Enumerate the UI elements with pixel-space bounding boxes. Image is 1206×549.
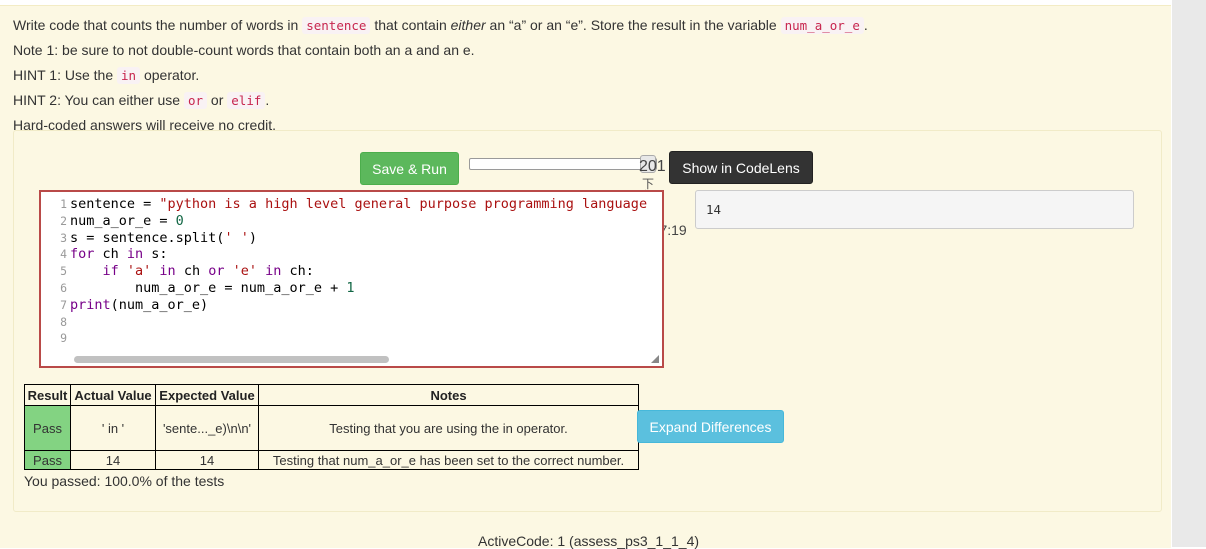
hint-text: HINT 1: Use the <box>13 67 118 83</box>
code-string: 'a' <box>118 263 152 280</box>
column-header-result: Result <box>24 384 71 406</box>
editor-resize-handle[interactable] <box>651 355 659 363</box>
code-line[interactable] <box>70 330 662 347</box>
code-or: or <box>183 92 208 109</box>
code-token: sentence = <box>70 196 160 212</box>
history-slider[interactable] <box>469 155 657 173</box>
instruction-text: an “a” or an “e”. Store the result in th… <box>485 17 781 33</box>
code-line[interactable]: sentence = "python is a high level gener… <box>70 196 662 213</box>
code-line[interactable] <box>70 314 662 331</box>
notes-cell: Testing that num_a_or_e has been set to … <box>258 450 639 470</box>
timestamp-year: 201 <box>639 158 666 175</box>
column-header-actual: Actual Value <box>70 384 156 406</box>
line-number-gutter: 1 2 3 4 5 6 7 8 9 <box>41 196 67 347</box>
code-token: s: <box>143 246 168 263</box>
code-keyword: in <box>151 263 176 280</box>
code-line[interactable]: num_a_or_e = num_a_or_e + 1 <box>70 280 662 297</box>
result-cell: Pass <box>24 405 71 451</box>
line-number: 8 <box>60 314 67 329</box>
instruction-emphasis: either <box>450 17 486 33</box>
code-line[interactable]: print(num_a_or_e) <box>70 297 662 314</box>
code-in: in <box>117 67 141 84</box>
test-summary: You passed: 100.0% of the tests <box>24 473 225 489</box>
code-num-a-or-e: num_a_or_e <box>780 17 864 34</box>
hint-text: HINT 2: You can either use <box>13 92 184 108</box>
code-string: "python is a high level general purpose … <box>159 196 648 212</box>
code-sentence: sentence <box>302 17 371 34</box>
table-header-row: Result Actual Value Expected Value Notes <box>24 384 639 406</box>
code-line[interactable]: num_a_or_e = 0 <box>70 213 662 230</box>
instruction-text: that contain <box>370 17 451 33</box>
line-number: 1 <box>60 197 67 211</box>
hint-text: operator. <box>140 67 200 83</box>
line-number: 3 <box>60 230 67 245</box>
code-editor[interactable]: 1 2 3 4 5 6 7 8 9 sentence = "python is … <box>39 190 664 368</box>
save-run-button[interactable]: Save & Run <box>360 152 459 185</box>
code-number: 1 <box>346 279 355 296</box>
instruction-line: Write code that counts the number of wor… <box>13 17 868 34</box>
code-keyword: in <box>256 263 282 280</box>
editor-horizontal-scrollbar[interactable] <box>74 356 389 363</box>
code-keyword: in <box>126 246 144 263</box>
code-elif: elif <box>227 92 266 109</box>
hint-text: or <box>207 92 228 108</box>
code-number: 0 <box>175 212 184 229</box>
code-lines[interactable]: sentence = "python is a high level gener… <box>70 196 662 347</box>
code-token: num_a_or_e = num_a_or_e + <box>70 279 347 296</box>
code-token: num_a_or_e = <box>70 212 176 229</box>
line-number: 5 <box>60 264 67 279</box>
hint-1: HINT 1: Use the in operator. <box>13 67 200 84</box>
code-line[interactable]: if 'a' in ch or 'e' in ch: <box>70 263 662 280</box>
code-token: ch <box>94 246 127 263</box>
line-number: 2 <box>60 213 67 228</box>
expected-value-cell: 'sente..._e)\n\n' <box>155 405 259 451</box>
line-number: 6 <box>60 280 67 295</box>
notes-cell: Testing that you are using the in operat… <box>258 405 639 451</box>
expected-value-cell: 14 <box>155 450 259 470</box>
actual-value-cell: ' in ' <box>70 405 156 451</box>
line-number: 7 <box>60 297 67 312</box>
table-row: Pass 14 14 Testing that num_a_or_e has b… <box>24 450 639 470</box>
code-token: ch <box>175 263 209 280</box>
code-keyword: or <box>208 263 225 280</box>
code-keyword: print <box>70 296 111 313</box>
code-token: ch: <box>281 263 314 280</box>
page-scrollbar-gutter <box>1172 0 1206 547</box>
note-1: Note 1: be sure to not double-count word… <box>13 42 475 58</box>
program-output: 14 <box>695 190 1134 229</box>
code-token: (num_a_or_e) <box>110 296 209 313</box>
code-string: ' ' <box>224 229 249 246</box>
code-token: ) <box>248 229 257 246</box>
column-header-expected: Expected Value <box>155 384 259 406</box>
hint-text: . <box>265 92 270 108</box>
code-string: 'e' <box>224 263 257 280</box>
code-token: s = sentence.split( <box>70 229 225 246</box>
line-number: 9 <box>60 331 67 346</box>
instruction-text: Write code that counts the number of wor… <box>13 17 303 33</box>
unit-test-results-table: Result Actual Value Expected Value Notes… <box>24 384 639 470</box>
code-line[interactable]: s = sentence.split(' ') <box>70 230 662 247</box>
line-number: 4 <box>60 247 67 262</box>
table-row: Pass ' in ' 'sente..._e)\n\n' Testing th… <box>24 405 639 451</box>
code-line[interactable]: for ch in s: <box>70 246 662 263</box>
result-cell: Pass <box>24 450 71 470</box>
column-header-notes: Notes <box>258 384 639 406</box>
instruction-text: . <box>863 17 868 33</box>
expand-differences-button[interactable]: Expand Differences <box>637 410 784 443</box>
show-codelens-button[interactable]: Show in CodeLens <box>669 151 813 184</box>
actual-value-cell: 14 <box>70 450 156 470</box>
code-keyword: for <box>70 246 95 263</box>
code-keyword: if <box>102 263 119 280</box>
hint-2: HINT 2: You can either use or or elif. <box>13 92 270 109</box>
